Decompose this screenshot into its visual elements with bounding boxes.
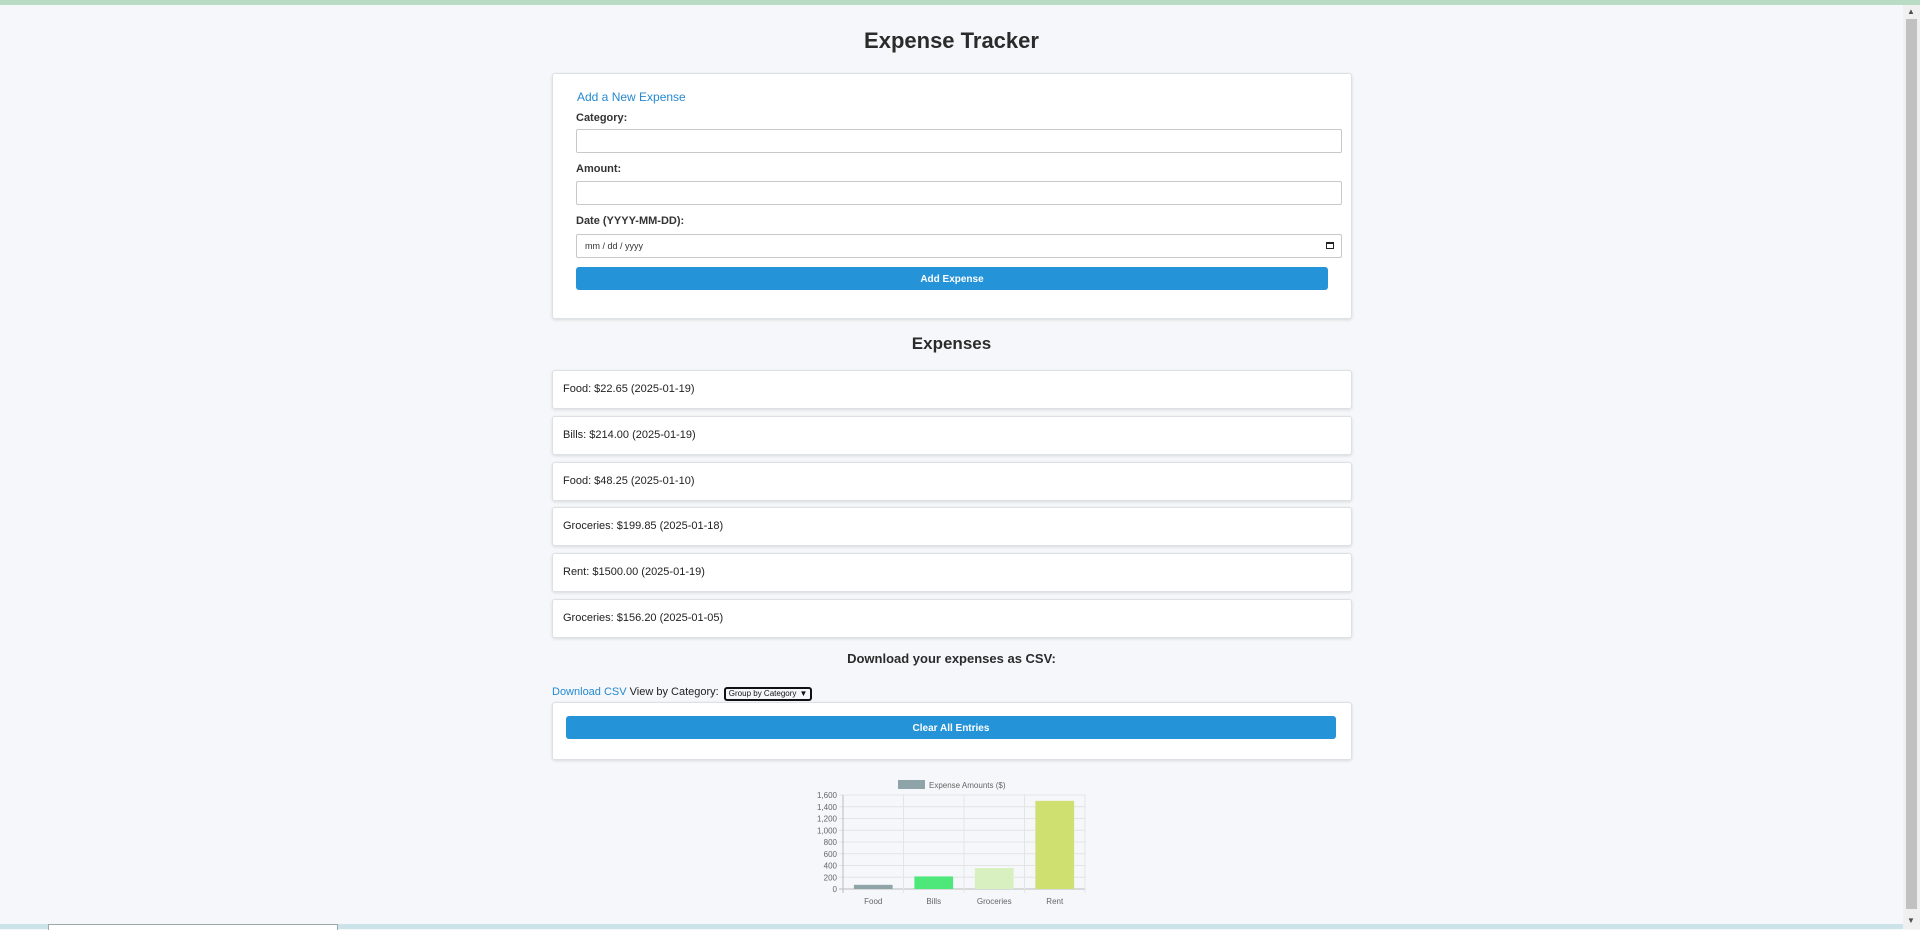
expense-item: Food: $22.65 (2025-01-19) <box>552 370 1352 409</box>
expense-item-text: Groceries: $199.85 (2025-01-18) <box>563 520 724 532</box>
category-view-select-value: Group by Category <box>728 689 797 698</box>
expense-item: Groceries: $199.85 (2025-01-18) <box>552 507 1352 546</box>
download-csv-link[interactable]: Download CSV <box>552 686 627 698</box>
y-tick-label: 0 <box>833 885 838 894</box>
clear-entries-card: Clear All Entries <box>552 702 1352 760</box>
category-input[interactable] <box>576 129 1342 153</box>
add-expense-button[interactable]: Add Expense <box>576 267 1328 290</box>
scrollbar-thumb[interactable] <box>1906 19 1917 909</box>
amount-input[interactable] <box>576 181 1342 205</box>
download-row: Download CSV View by Category: Group by … <box>552 686 813 701</box>
expenses-heading: Expenses <box>911 334 992 353</box>
y-tick-label: 600 <box>824 850 838 859</box>
y-tick-label: 1,000 <box>817 826 838 835</box>
chevron-down-icon: ▼ <box>799 689 808 698</box>
y-tick-label: 400 <box>824 862 838 871</box>
y-tick-label: 1,600 <box>817 791 838 800</box>
expense-item-text: Food: $48.25 (2025-01-10) <box>563 475 695 487</box>
bar-groceries <box>974 868 1014 889</box>
add-expense-form: Add a New Expense Category: Amount: Date… <box>552 73 1352 319</box>
category-view-select[interactable]: Group by Category ▼ <box>723 687 813 701</box>
category-label: Category: <box>576 112 628 124</box>
calendar-icon[interactable] <box>1326 242 1334 249</box>
amount-label: Amount: <box>576 163 622 175</box>
view-by-category-label: View by Category: <box>629 686 719 698</box>
x-tick-label: Bills <box>926 897 941 906</box>
browser-top-bar <box>0 0 1920 5</box>
x-tick-label: Rent <box>1046 897 1064 906</box>
date-label: Date (YYYY-MM-DD): <box>576 215 685 227</box>
expense-bar-chart: 0 200 400 600 800 1,000 1,200 1,400 1,600 Food Bil… <box>817 780 1086 906</box>
page-title: Expense Tracker <box>864 28 1039 53</box>
y-tick-label: 800 <box>824 838 838 847</box>
form-title: Add a New Expense <box>577 90 686 104</box>
expense-item: Rent: $1500.00 (2025-01-19) <box>552 553 1352 592</box>
x-tick-label: Food <box>864 897 882 906</box>
expense-item-text: Rent: $1500.00 (2025-01-19) <box>563 566 705 578</box>
bar-bills <box>914 876 954 889</box>
y-tick-label: 200 <box>824 873 838 882</box>
expense-item-text: Food: $22.65 (2025-01-19) <box>563 383 695 395</box>
y-tick-label: 1,200 <box>817 815 838 824</box>
x-tick-label: Groceries <box>977 897 1012 906</box>
expense-item-text: Bills: $214.00 (2025-01-19) <box>563 429 696 441</box>
scroll-down-icon[interactable]: ▼ <box>1907 916 1915 926</box>
download-heading: Download your expenses as CSV: <box>847 651 1056 666</box>
scroll-up-icon[interactable]: ▲ <box>1907 7 1915 17</box>
bar-rent <box>1035 800 1075 889</box>
legend-swatch <box>898 780 925 789</box>
date-input[interactable]: mm / dd / yyyy <box>576 234 1342 258</box>
y-tick-label: 1,400 <box>817 803 838 812</box>
expense-item: Groceries: $156.20 (2025-01-05) <box>552 599 1352 638</box>
expense-item: Bills: $214.00 (2025-01-19) <box>552 416 1352 455</box>
taskbar-search-field[interactable] <box>48 924 338 930</box>
expense-item: Food: $48.25 (2025-01-10) <box>552 462 1352 501</box>
date-placeholder: mm / dd / yyyy <box>585 241 644 251</box>
clear-all-entries-button[interactable]: Clear All Entries <box>566 716 1336 739</box>
page-scrollbar[interactable]: ▲ ▼ <box>1903 5 1920 929</box>
expense-item-text: Groceries: $156.20 (2025-01-05) <box>563 612 724 624</box>
legend-label: Expense Amounts ($) <box>929 781 1006 790</box>
bar-food <box>853 884 893 889</box>
